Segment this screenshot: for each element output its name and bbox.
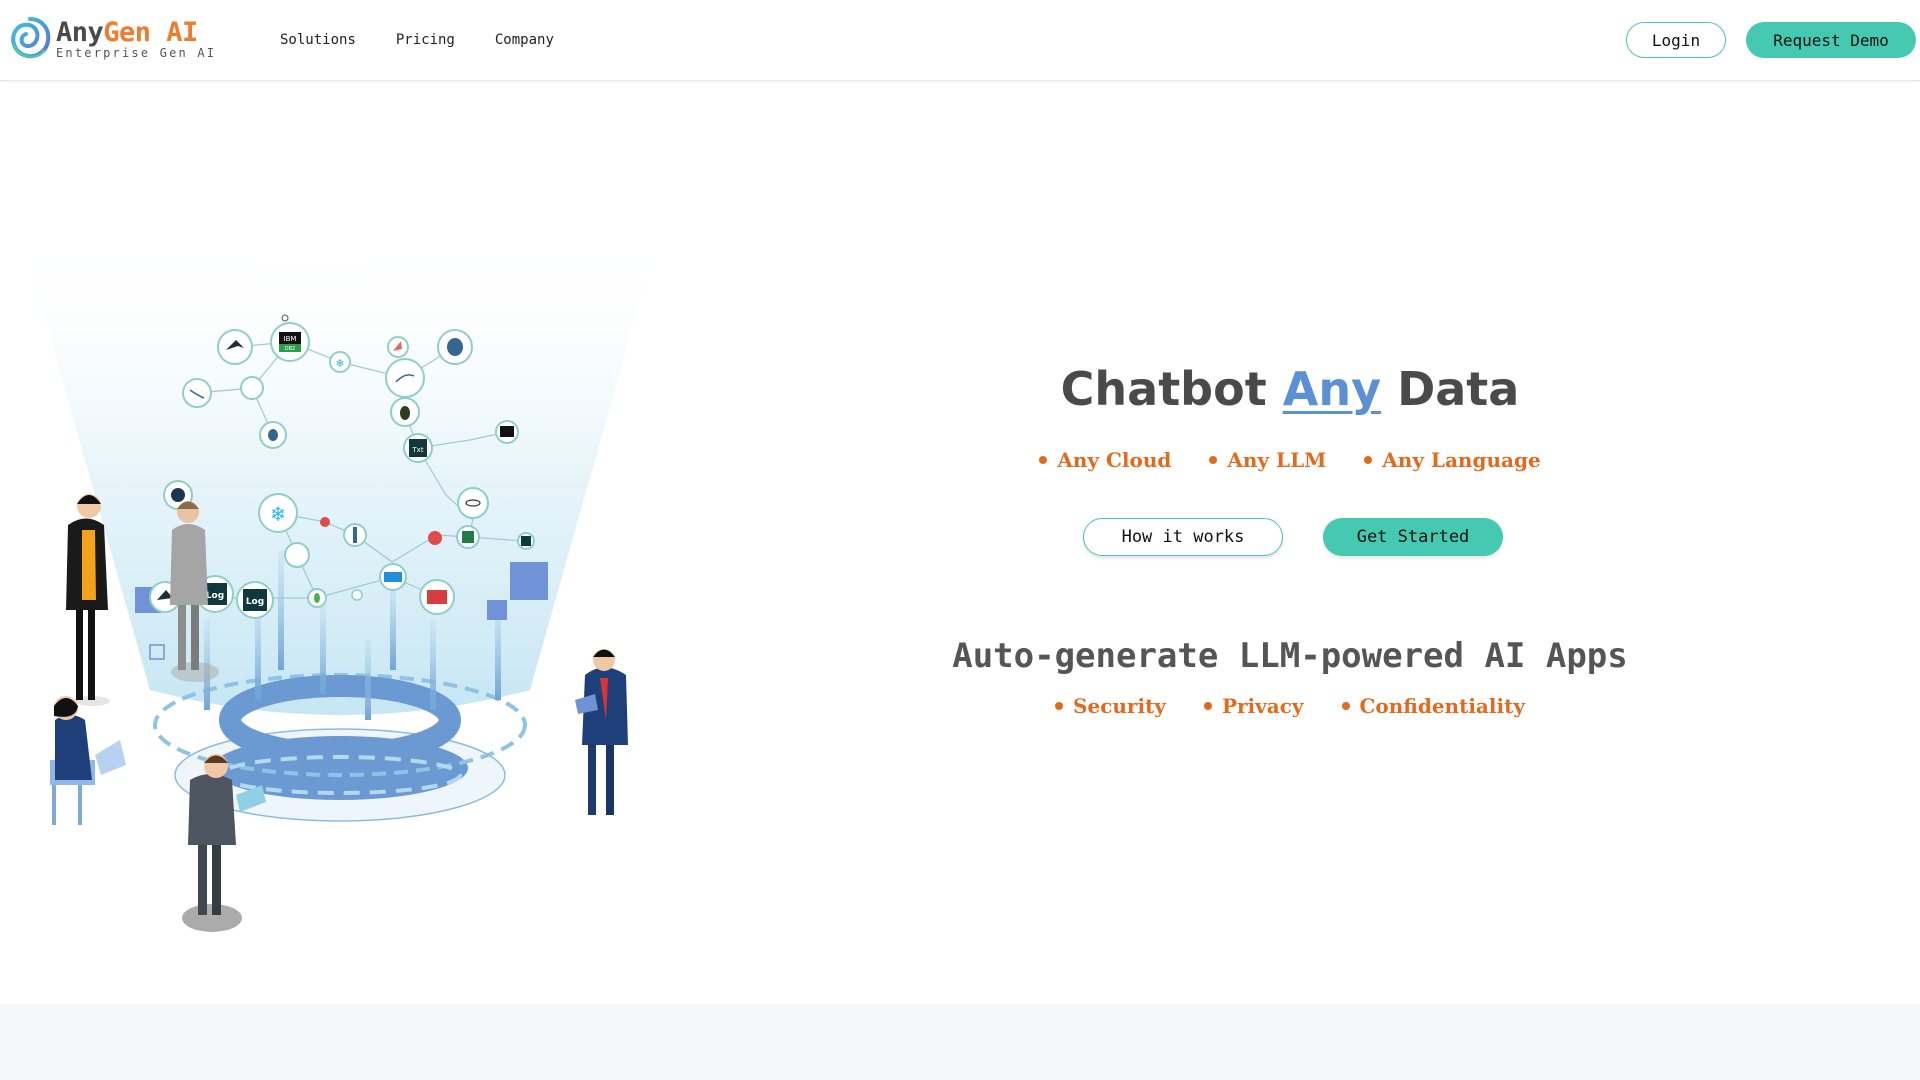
trust-bullets: Security Privacy Confidentiality: [900, 694, 1680, 718]
nav-item-pricing[interactable]: Pricing: [396, 32, 455, 48]
db2-label: DB2: [285, 346, 295, 352]
brand-logo[interactable]: AnyGen AI Enterprise Gen AI: [8, 14, 216, 64]
light-beam: [20, 230, 660, 715]
bullet-dot-icon: [1209, 456, 1218, 464]
request-demo-button[interactable]: Request Demo: [1746, 22, 1916, 58]
svg-text:❄: ❄: [271, 502, 284, 527]
log-label-2: Log: [246, 597, 264, 607]
mysql-mid-icon: [284, 542, 310, 568]
main-nav: Solutions Pricing Company: [280, 0, 554, 80]
person-blue-suit-right: [575, 649, 628, 815]
get-started-button[interactable]: Get Started: [1323, 518, 1503, 556]
bullet-dot-icon: [1039, 456, 1048, 464]
node-dot: [351, 589, 363, 601]
bullet-confidentiality: Confidentiality: [1341, 694, 1525, 718]
svg-text:❄: ❄: [336, 356, 343, 370]
mysql-large-icon: [385, 358, 425, 398]
log-label-1: Log: [206, 591, 224, 601]
person-seated-laptop: [50, 696, 126, 825]
brand-tagline: Enterprise Gen AI: [56, 46, 217, 60]
bullet-any-language: Any Language: [1364, 448, 1541, 472]
eye-db-icon: [457, 487, 489, 519]
redis-small-icon: [320, 517, 330, 527]
nav-item-company[interactable]: Company: [495, 32, 554, 48]
bullet-privacy: Privacy: [1203, 694, 1304, 718]
brand-name-part2: Gen AI: [103, 17, 198, 48]
hero-title-after: Data: [1397, 362, 1520, 416]
bullet-dot-icon: [1341, 702, 1350, 710]
bullet-dot-icon: [1364, 456, 1373, 464]
bullet-any-cloud: Any Cloud: [1039, 448, 1171, 472]
site-header: AnyGen AI Enterprise Gen AI Solutions Pr…: [0, 0, 1920, 81]
hero-title: Chatbot Any Data: [900, 362, 1680, 416]
hero-title-accent: Any: [1282, 362, 1382, 416]
nav-item-solutions[interactable]: Solutions: [280, 32, 356, 48]
feature-bullets: Any Cloud Any LLM Any Language: [900, 448, 1680, 472]
how-it-works-button[interactable]: How it works: [1083, 518, 1283, 556]
hero-subtitle: Auto-generate LLM-powered AI Apps: [952, 636, 1628, 676]
login-button[interactable]: Login: [1626, 22, 1726, 58]
brand-name-part1: Any: [56, 17, 104, 48]
hero-illustration: IBM DB2 ❄ Txt ❄ Log Log: [20, 230, 660, 932]
redis-icon: [428, 531, 442, 545]
swirl-logo-icon: [11, 17, 51, 59]
person-orange-sweater: [66, 494, 110, 706]
mysql-small-icon: [182, 378, 212, 408]
bullet-dot-icon: [1203, 702, 1212, 710]
mariadb-icon: [240, 376, 264, 400]
txt-label: Txt: [411, 446, 423, 454]
hero-title-before: Chatbot: [1060, 362, 1267, 416]
bullet-dot-icon: [1055, 702, 1064, 710]
bullet-any-llm: Any LLM: [1209, 448, 1326, 472]
ibm-label: IBM: [284, 335, 297, 343]
next-section-band: [0, 1004, 1920, 1080]
bullet-security: Security: [1055, 694, 1166, 718]
